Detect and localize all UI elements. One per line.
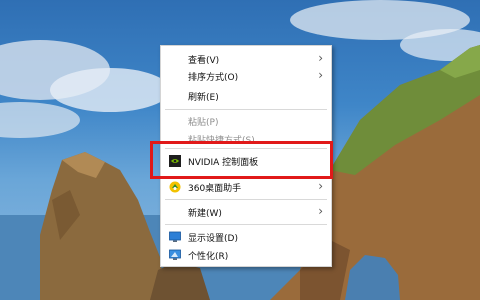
360-assistant-icon xyxy=(169,181,181,193)
menu-item-label: 个性化(R) xyxy=(188,252,229,262)
personalize-icon xyxy=(169,249,181,260)
menu-item-personalize[interactable]: 个性化(R) xyxy=(161,246,331,264)
submenu-arrow-icon: › xyxy=(318,179,323,193)
menu-item-label: 显示设置(D) xyxy=(188,234,238,244)
desktop-background[interactable]: 查看(V) › 排序方式(O) › 刷新(E) 粘贴(P) 粘贴快捷方式(S) … xyxy=(0,0,480,300)
menu-item-label: 排序方式(O) xyxy=(188,73,239,83)
menu-item-new[interactable]: 新建(W) › xyxy=(161,203,331,221)
menu-separator xyxy=(165,224,327,225)
menu-item-sort-by[interactable]: 排序方式(O) › xyxy=(161,67,331,85)
menu-item-label: 刷新(E) xyxy=(188,93,219,103)
submenu-arrow-icon: › xyxy=(318,204,323,218)
display-settings-icon xyxy=(169,231,181,242)
menu-item-paste: 粘贴(P) xyxy=(161,112,331,130)
menu-separator xyxy=(165,199,327,200)
menu-separator xyxy=(165,109,327,110)
menu-item-label: 粘贴(P) xyxy=(188,118,219,128)
menu-item-view[interactable]: 查看(V) › xyxy=(161,50,331,68)
menu-item-label: 查看(V) xyxy=(188,56,220,66)
submenu-arrow-icon: › xyxy=(318,51,323,65)
highlight-box xyxy=(150,141,333,179)
menu-item-360-desktop-assistant[interactable]: 360桌面助手 › xyxy=(161,178,331,196)
menu-item-display-settings[interactable]: 显示设置(D) xyxy=(161,228,331,246)
menu-item-refresh[interactable]: 刷新(E) xyxy=(161,87,331,105)
menu-item-label: 新建(W) xyxy=(188,209,222,219)
menu-item-label: 360桌面助手 xyxy=(188,184,242,194)
submenu-arrow-icon: › xyxy=(318,68,323,82)
